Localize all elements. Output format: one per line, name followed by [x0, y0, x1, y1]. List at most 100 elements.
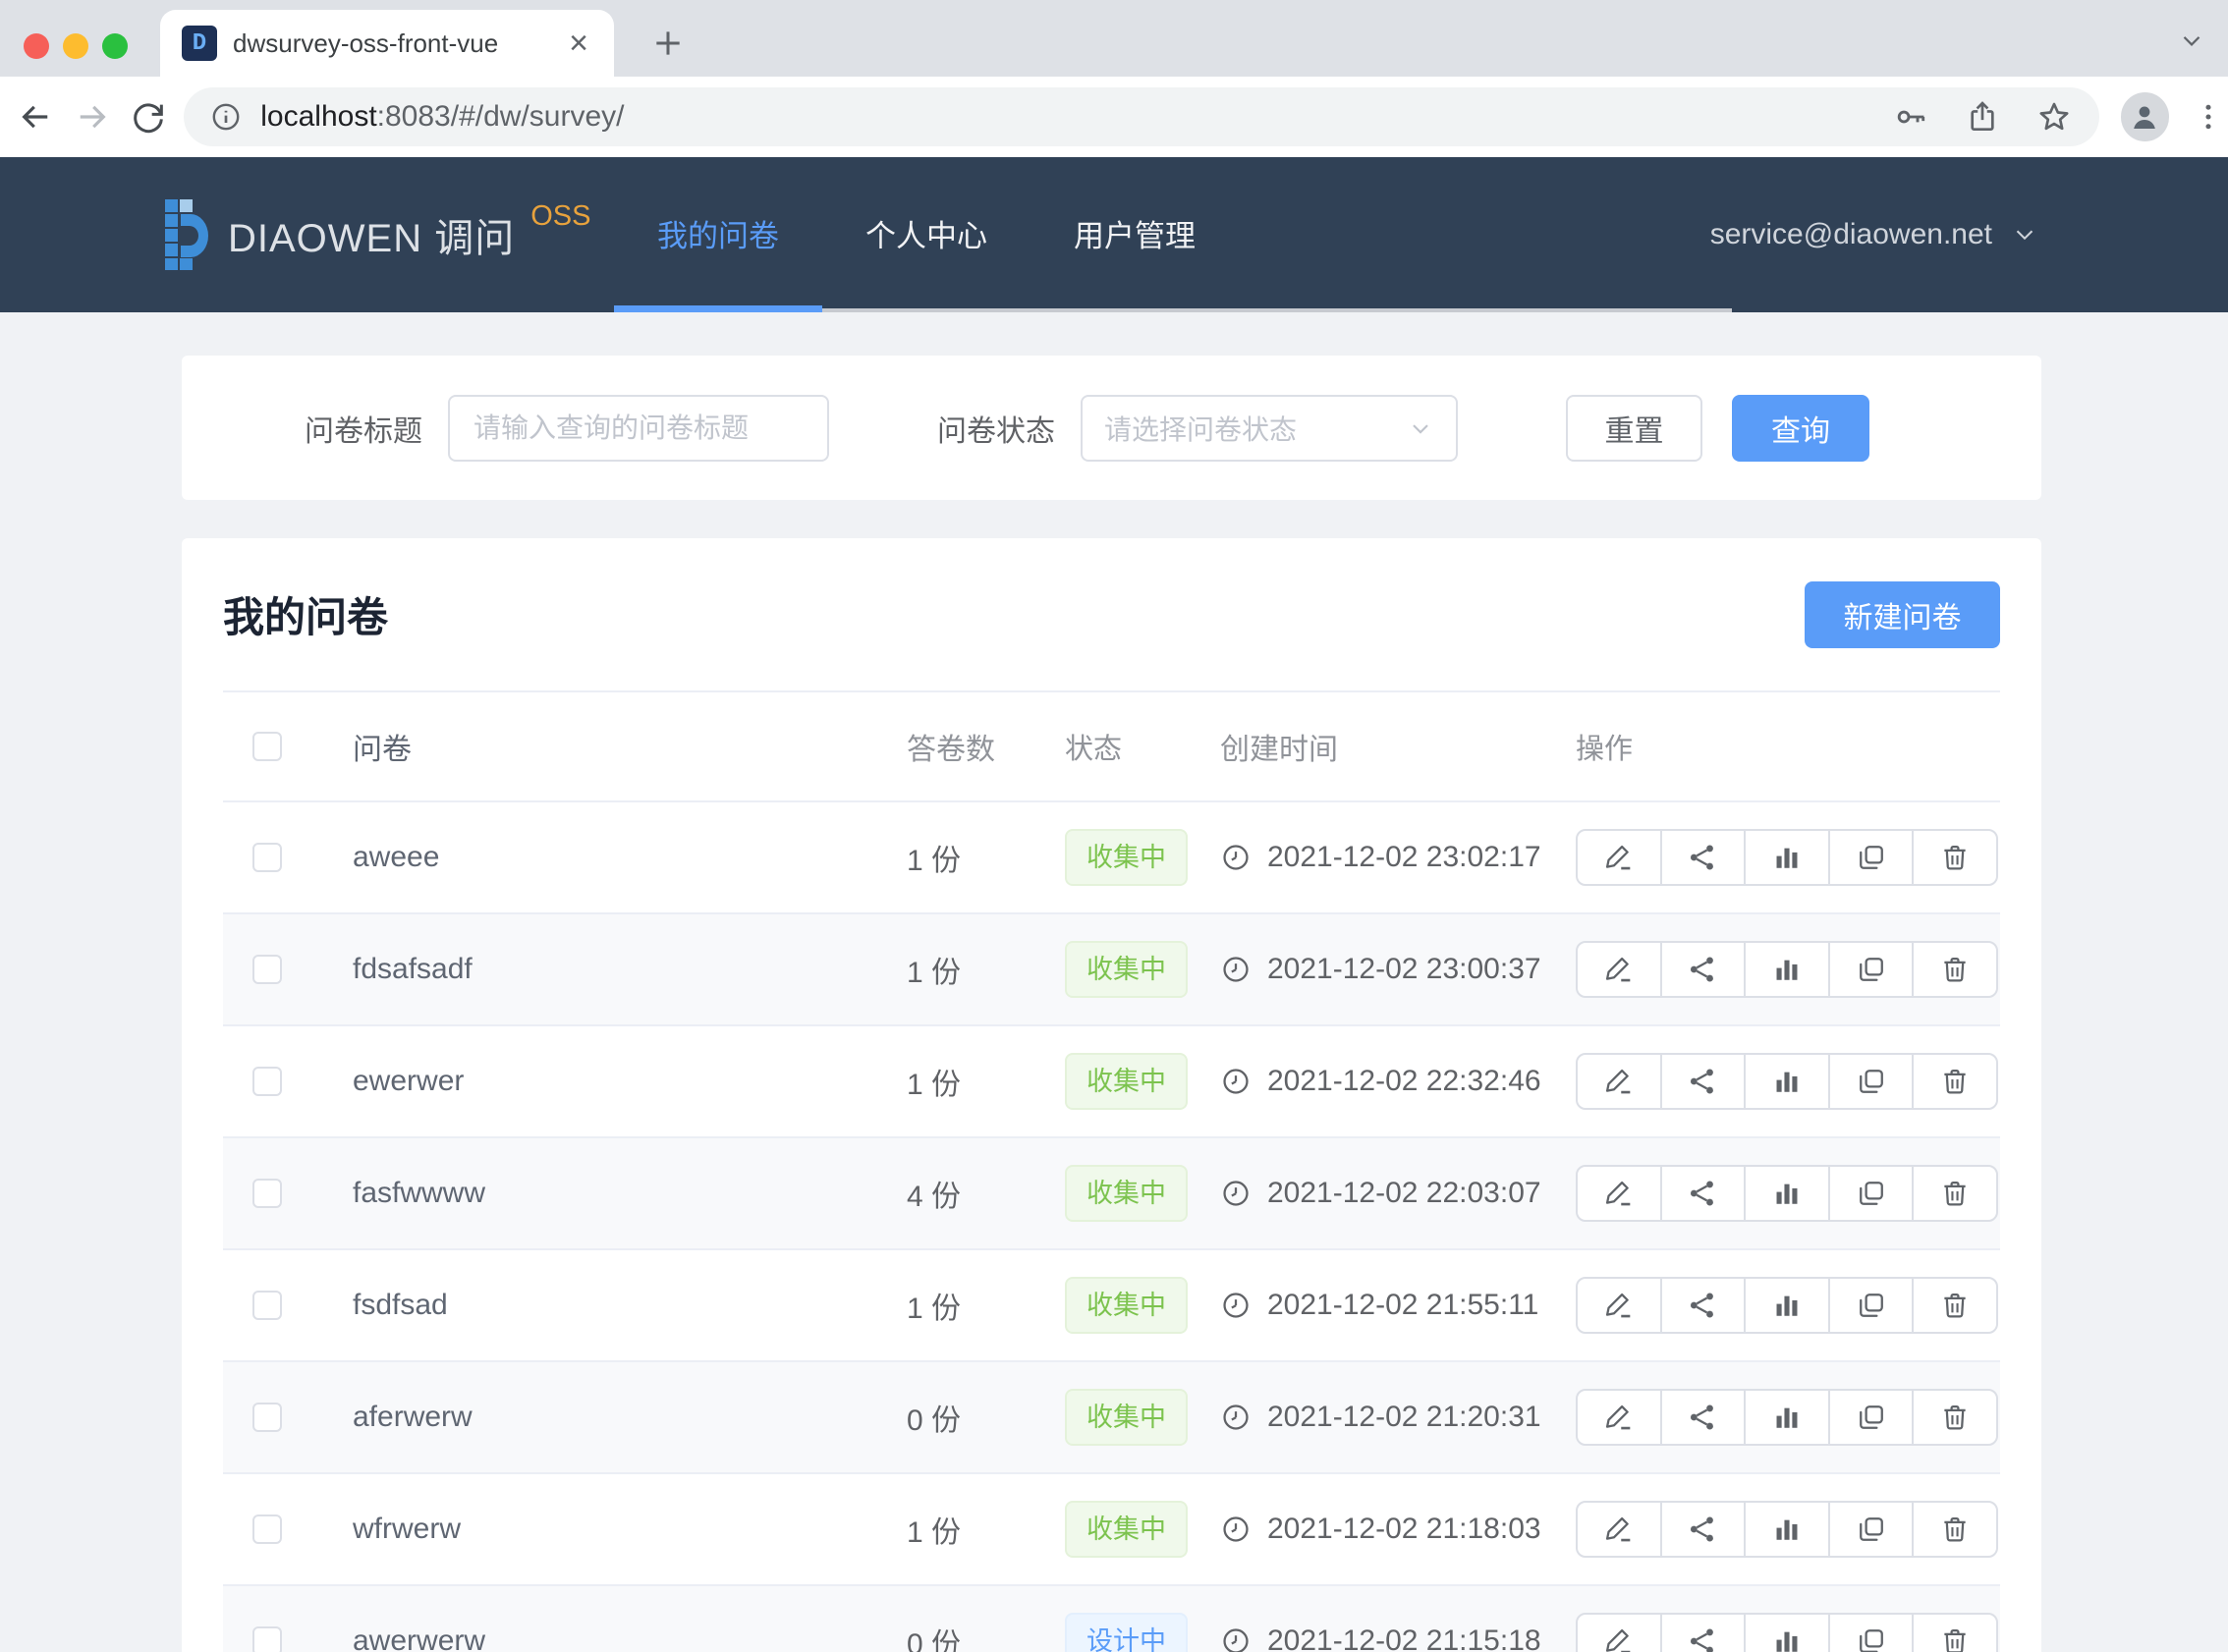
reload-button[interactable]	[128, 95, 171, 138]
nav-item-user-management[interactable]: 用户管理	[1030, 157, 1239, 308]
edit-button[interactable]	[1578, 1279, 1660, 1332]
new-tab-button[interactable]	[641, 16, 696, 71]
address-bar[interactable]: localhost:8083/#/dw/survey/	[184, 87, 2098, 146]
statistics-button[interactable]	[1744, 943, 1828, 996]
created-time: 2021-12-02 21:20:31	[1267, 1401, 1541, 1434]
browser-menu-button[interactable]	[2189, 99, 2228, 135]
share-button[interactable]	[1660, 1279, 1745, 1332]
share-button[interactable]	[1660, 943, 1745, 996]
share-button[interactable]	[1660, 1615, 1745, 1652]
share-button[interactable]	[1660, 1503, 1745, 1556]
edit-button[interactable]	[1578, 1391, 1660, 1444]
delete-button[interactable]	[1912, 1615, 1996, 1652]
table-row: awerwerw 0 份 设计中 2021-12-02 21:15:18	[223, 1586, 2000, 1652]
window-zoom-button[interactable]	[102, 33, 128, 59]
diaowen-logo-icon	[165, 199, 210, 270]
copy-icon	[1855, 1177, 1888, 1210]
nav-item-personal-center[interactable]: 个人中心	[822, 157, 1030, 308]
row-checkbox[interactable]	[252, 1514, 282, 1544]
window-close-button[interactable]	[24, 33, 49, 59]
query-button[interactable]: 查询	[1732, 395, 1869, 462]
edit-pencil-icon	[1602, 1624, 1636, 1652]
row-checkbox[interactable]	[252, 955, 282, 984]
tab-close-icon[interactable]: ×	[565, 27, 592, 60]
favicon: D	[182, 26, 217, 61]
survey-status-select[interactable]: 请选择问卷状态	[1081, 395, 1458, 462]
delete-button[interactable]	[1912, 1055, 1996, 1108]
back-icon	[15, 96, 56, 138]
statistics-button[interactable]	[1744, 1615, 1828, 1652]
share-button[interactable]	[1660, 1391, 1745, 1444]
forward-button[interactable]	[71, 95, 114, 138]
row-actions	[1576, 829, 1998, 886]
edit-button[interactable]	[1578, 943, 1660, 996]
row-actions	[1576, 1053, 1998, 1110]
nav-item-my-surveys[interactable]: 我的问卷	[614, 157, 822, 308]
statistics-button[interactable]	[1744, 1055, 1828, 1108]
kebab-menu-icon	[2191, 99, 2226, 135]
row-checkbox[interactable]	[252, 1403, 282, 1432]
browser-toolbar: localhost:8083/#/dw/survey/	[0, 77, 2228, 157]
row-checkbox[interactable]	[252, 1067, 282, 1096]
window-minimize-button[interactable]	[63, 33, 88, 59]
survey-status-label: 问卷状态	[937, 407, 1055, 450]
app-header: DIAOWEN 调问 OSS 我的问卷 个人中心 用户管理 service@di…	[0, 157, 2228, 312]
statistics-button[interactable]	[1744, 1391, 1828, 1444]
delete-button[interactable]	[1912, 1503, 1996, 1556]
edit-button[interactable]	[1578, 1055, 1660, 1108]
row-checkbox[interactable]	[252, 1626, 282, 1652]
back-button[interactable]	[14, 95, 57, 138]
status-badge: 收集中	[1065, 1277, 1188, 1334]
browser-tab[interactable]: D dwsurvey-oss-front-vue ×	[160, 10, 614, 77]
copy-button[interactable]	[1828, 1391, 1913, 1444]
edit-pencil-icon	[1602, 1177, 1636, 1210]
edit-button[interactable]	[1578, 1615, 1660, 1652]
url-text[interactable]: localhost:8083/#/dw/survey/	[260, 100, 1892, 134]
table-row: fsdfsad 1 份 收集中 2021-12-02 21:55:11	[223, 1250, 2000, 1362]
site-info-icon[interactable]	[209, 100, 243, 134]
copy-button[interactable]	[1828, 943, 1913, 996]
tab-search-button[interactable]	[2177, 26, 2206, 55]
statistics-button[interactable]	[1744, 1167, 1828, 1220]
created-time: 2021-12-02 21:15:18	[1267, 1624, 1541, 1652]
row-checkbox[interactable]	[252, 843, 282, 872]
share-button[interactable]	[1660, 1167, 1745, 1220]
edit-pencil-icon	[1602, 1401, 1636, 1434]
edit-button[interactable]	[1578, 1503, 1660, 1556]
copy-button[interactable]	[1828, 1615, 1913, 1652]
create-survey-button[interactable]: 新建问卷	[1805, 581, 2000, 648]
browser-profile-avatar[interactable]	[2121, 92, 2170, 141]
row-checkbox[interactable]	[252, 1179, 282, 1208]
delete-button[interactable]	[1912, 1279, 1996, 1332]
copy-button[interactable]	[1828, 831, 1913, 884]
user-dropdown[interactable]: service@diaowen.net	[1710, 157, 2039, 312]
answer-count: 1 份	[903, 1060, 1065, 1103]
delete-button[interactable]	[1912, 831, 1996, 884]
statistics-button[interactable]	[1744, 1279, 1828, 1332]
share-page-icon[interactable]	[1964, 98, 2001, 136]
bookmark-star-icon[interactable]	[2034, 97, 2074, 137]
copy-button[interactable]	[1828, 1167, 1913, 1220]
copy-button[interactable]	[1828, 1279, 1913, 1332]
copy-button[interactable]	[1828, 1503, 1913, 1556]
statistics-button[interactable]	[1744, 831, 1828, 884]
delete-button[interactable]	[1912, 943, 1996, 996]
app-logo[interactable]: DIAOWEN 调问 OSS	[165, 157, 590, 312]
survey-title-input[interactable]	[448, 395, 829, 462]
share-button[interactable]	[1660, 1055, 1745, 1108]
delete-button[interactable]	[1912, 1391, 1996, 1444]
row-actions	[1576, 1277, 1998, 1334]
edit-button[interactable]	[1578, 831, 1660, 884]
share-button[interactable]	[1660, 831, 1745, 884]
row-checkbox[interactable]	[252, 1291, 282, 1320]
statistics-button[interactable]	[1744, 1503, 1828, 1556]
password-key-icon[interactable]	[1893, 98, 1930, 136]
answer-count: 0 份	[903, 1620, 1065, 1652]
share-icon	[1686, 1513, 1719, 1546]
created-time: 2021-12-02 23:02:17	[1267, 841, 1541, 874]
delete-button[interactable]	[1912, 1167, 1996, 1220]
reset-button[interactable]: 重置	[1566, 395, 1702, 462]
edit-button[interactable]	[1578, 1167, 1660, 1220]
select-all-checkbox[interactable]	[252, 732, 282, 761]
copy-button[interactable]	[1828, 1055, 1913, 1108]
